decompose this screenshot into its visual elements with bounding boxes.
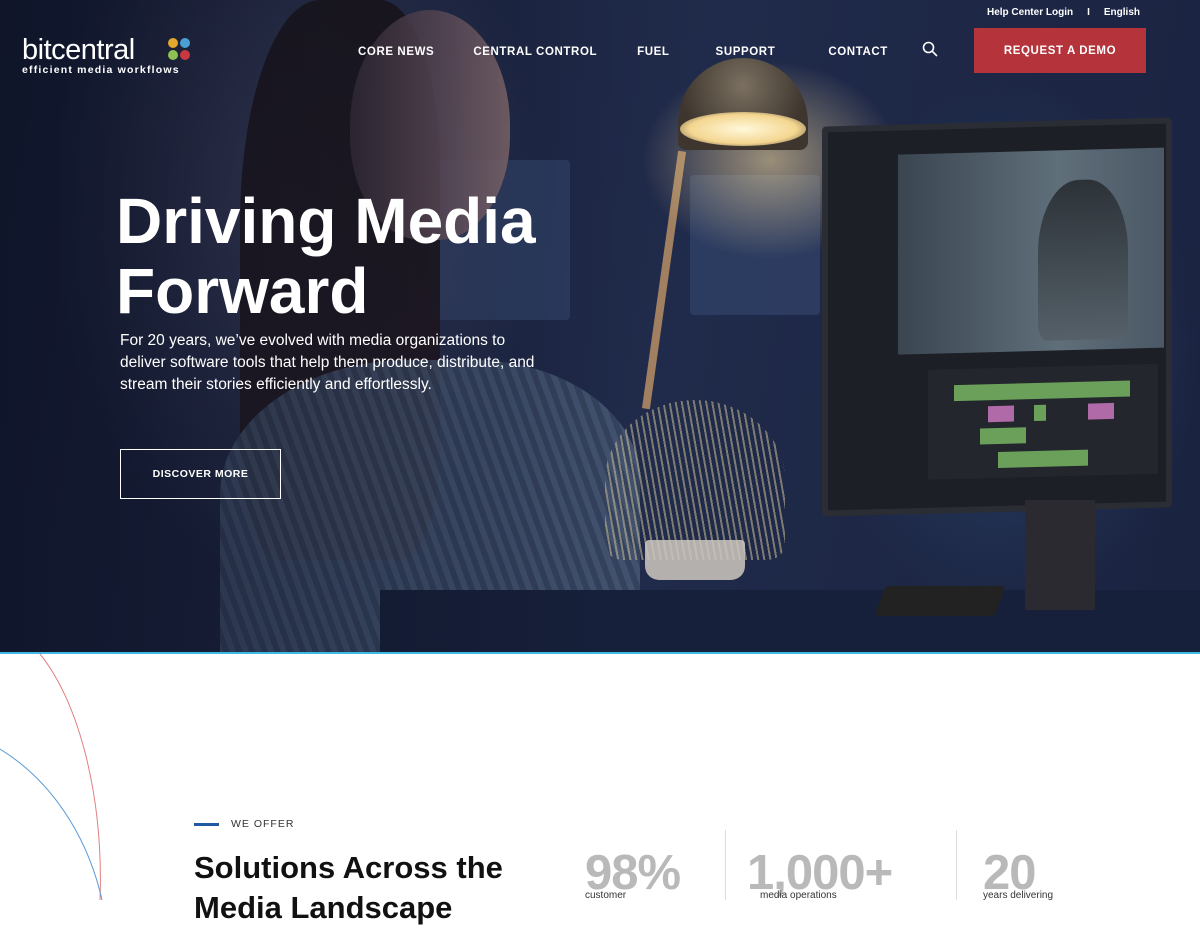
timeline-clip: [998, 449, 1088, 468]
nav-item-central-control[interactable]: CENTRAL CONTROL: [473, 46, 597, 58]
discover-more-button[interactable]: DISCOVER MORE: [120, 449, 281, 499]
stat-divider: [956, 830, 957, 900]
offer-section-title: Solutions Across the Media Landscape: [194, 850, 503, 925]
nav-item-core-news[interactable]: CORE NEWS: [358, 46, 434, 58]
stat-customer: 98% customer: [585, 830, 681, 901]
logo[interactable]: bitcentral efficient media workflows: [22, 34, 190, 76]
language-selector[interactable]: English: [1104, 7, 1140, 18]
lamp-bulb: [680, 112, 806, 146]
monitor-stand: [1025, 500, 1095, 610]
offer-eyebrow: WE OFFER: [194, 818, 294, 830]
hero-title-line-1: Driving Media: [116, 185, 536, 257]
monitor-timeline: [928, 363, 1158, 480]
hero-title-line-2: Forward: [116, 255, 369, 327]
timeline-clip: [988, 405, 1014, 423]
nav-item-fuel[interactable]: FUEL: [637, 46, 669, 58]
keyboard: [874, 586, 1006, 616]
search-icon[interactable]: [922, 41, 938, 57]
decorative-arcs: [0, 654, 103, 900]
stat-label: years delivering: [983, 890, 1054, 901]
main-nav: CORE NEWS CENTRAL CONTROL FUEL SUPPORT C…: [358, 46, 888, 58]
plant: [605, 400, 785, 560]
hero-section: Help Center Login I English bitcentral e…: [0, 0, 1200, 652]
logo-wordmark: bitcentral: [22, 34, 135, 66]
help-center-login-link[interactable]: Help Center Login: [987, 7, 1073, 18]
monitor-video-figure: [1038, 178, 1128, 341]
utility-separator: I: [1087, 7, 1090, 18]
timeline-clip: [980, 427, 1026, 445]
request-demo-button[interactable]: REQUEST A DEMO: [974, 28, 1146, 73]
monitor: [822, 117, 1172, 517]
timeline-clip: [954, 380, 1130, 402]
stat-years: 20 years delivering: [983, 830, 1054, 901]
hero-title: Driving Media Forward: [116, 186, 536, 326]
nav-item-support[interactable]: SUPPORT: [716, 46, 776, 58]
plant-pot: [645, 540, 745, 580]
utility-nav: Help Center Login I English: [987, 7, 1140, 18]
timeline-clip: [1088, 402, 1114, 420]
eyebrow-text: WE OFFER: [231, 818, 295, 830]
monitor-video-frame: [898, 147, 1164, 355]
logo-tagline: efficient media workflows: [22, 64, 180, 76]
hero-subtitle: For 20 years, we’ve evolved with media o…: [120, 332, 535, 393]
eyebrow-accent-line: [194, 822, 219, 826]
logo-mark-icon: [168, 38, 192, 62]
nav-item-contact[interactable]: CONTACT: [828, 46, 888, 58]
stat-media-operations: 1,000+ media operations: [747, 830, 893, 901]
stat-divider: [725, 830, 726, 900]
timeline-clip: [1034, 404, 1046, 422]
